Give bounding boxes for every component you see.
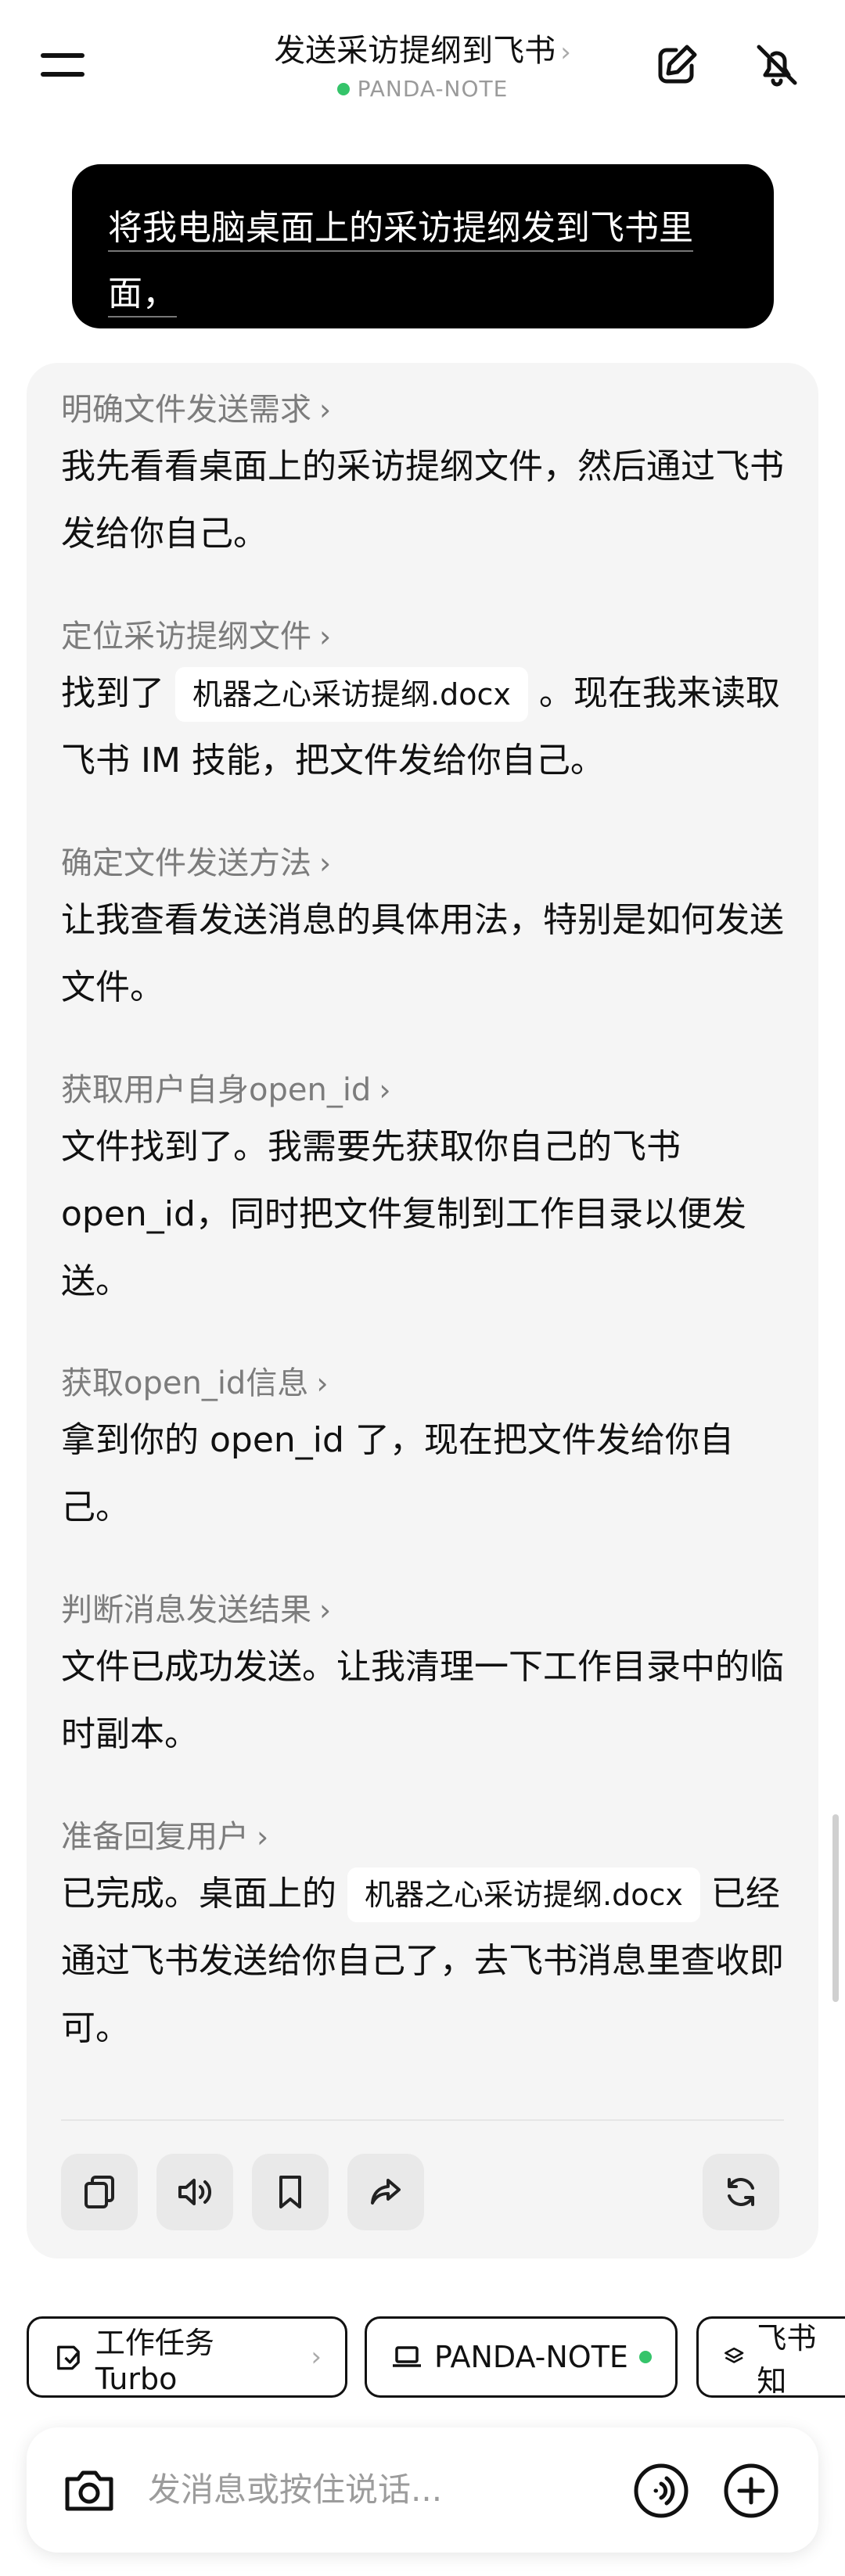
step-text: 文件找到了。我需要先获取你自己的飞书 open_id，同时把文件复制到工作目录以… bbox=[61, 1127, 746, 1301]
scrollbar[interactable] bbox=[832, 1814, 839, 2002]
step-text: 让我查看发送消息的具体用法，特别是如何发送文件。 bbox=[61, 900, 784, 1007]
step-text: 找到了 机器之心采访提纲.docx 。现在我来读取飞书 IM 技能，把文件发给你自己… bbox=[61, 660, 789, 795]
layers-icon bbox=[725, 2347, 744, 2363]
chat-title-area[interactable]: 发送采访提纲到飞书 › PANDA-NOTE bbox=[203, 30, 642, 105]
chevron-right-icon: › bbox=[379, 1073, 391, 1107]
header: 发送采访提纲到飞书 › PANDA-NOTE bbox=[0, 0, 845, 125]
share-icon bbox=[371, 2179, 401, 2205]
feishu-knowledge-chip[interactable]: 飞书知 bbox=[696, 2316, 845, 2398]
laptop-icon bbox=[393, 2346, 421, 2367]
step-text: 已完成。桌面上的 机器之心采访提纲.docx 已经通过飞书发送给你自己了，去飞书消息… bbox=[61, 1860, 789, 2062]
copy-icon bbox=[84, 2176, 114, 2208]
user-message-bubble: 将我电脑桌面上的采访提纲发到飞书里面， 发给我自己 bbox=[72, 164, 774, 379]
online-dot-icon bbox=[336, 83, 350, 95]
device-status: PANDA-NOTE bbox=[203, 74, 642, 105]
chevron-right-icon: › bbox=[319, 1593, 332, 1627]
bookmark-icon bbox=[279, 2176, 301, 2208]
edit-icon[interactable] bbox=[649, 38, 704, 92]
read-aloud-button[interactable] bbox=[156, 2154, 233, 2230]
camera-icon[interactable] bbox=[56, 2457, 122, 2523]
step-text: 我先看看桌面上的采访提纲文件，然后通过飞书发给你自己。 bbox=[61, 447, 784, 554]
step-text: 文件已成功发送。让我清理一下工作目录中的临时副本。 bbox=[61, 1647, 784, 1754]
chevron-right-icon: › bbox=[316, 1366, 329, 1401]
step-title[interactable]: 准备回复用户 › bbox=[61, 1814, 268, 1860]
online-dot-icon bbox=[638, 2351, 652, 2363]
file-chip[interactable]: 机器之心采访提纲.docx bbox=[175, 667, 528, 722]
chevron-right-icon: › bbox=[319, 393, 332, 427]
step-title[interactable]: 获取用户自身open_id › bbox=[61, 1067, 391, 1114]
file-chip[interactable]: 机器之心采访提纲.docx bbox=[347, 1867, 700, 1922]
chevron-right-icon: › bbox=[257, 1820, 269, 1854]
step-title[interactable]: 明确文件发送需求 › bbox=[61, 386, 331, 433]
step-title[interactable]: 获取open_id信息 › bbox=[61, 1360, 329, 1407]
step-text: 拿到你的 open_id 了，现在把文件发给你自己。 bbox=[61, 1420, 734, 1527]
share-button[interactable] bbox=[347, 2154, 424, 2230]
user-message-line-1: 将我电脑桌面上的采访提纲发到飞书里面， bbox=[108, 208, 693, 314]
plus-icon[interactable] bbox=[719, 2459, 783, 2523]
step-title[interactable]: 定位采访提纲文件 › bbox=[61, 613, 331, 660]
menu-icon[interactable] bbox=[41, 41, 89, 89]
task-icon bbox=[57, 2345, 80, 2370]
title-chevron-icon: › bbox=[560, 37, 571, 68]
step-title[interactable]: 确定文件发送方法 › bbox=[61, 840, 331, 887]
chat-page: 发送采访提纲到飞书 › PANDA-NOTE 将我电脑桌面上的采访提纲发到飞书里面… bbox=[0, 0, 845, 2576]
assistant-response-card: 明确文件发送需求 › 我先看看桌面上的采访提纲文件，然后通过飞书发给你自己。 定位… bbox=[27, 363, 818, 2258]
chevron-right-icon: › bbox=[311, 2341, 322, 2373]
speaker-icon bbox=[178, 2179, 211, 2205]
device-name: PANDA-NOTE bbox=[357, 76, 509, 102]
chevron-right-icon: › bbox=[319, 846, 332, 881]
message-input-bar: 发消息或按住说话... bbox=[27, 2427, 818, 2553]
copy-button[interactable] bbox=[61, 2154, 138, 2230]
regenerate-button[interactable] bbox=[703, 2154, 779, 2230]
refresh-icon bbox=[728, 2178, 754, 2206]
device-chip[interactable]: PANDA-NOTE bbox=[365, 2316, 678, 2398]
voice-icon[interactable] bbox=[629, 2459, 693, 2523]
step-title[interactable]: 判断消息发送结果 › bbox=[61, 1587, 331, 1634]
chat-title[interactable]: 发送采访提纲到飞书 › bbox=[203, 30, 642, 74]
chevron-right-icon: › bbox=[319, 619, 332, 654]
message-input[interactable]: 发消息或按住说话... bbox=[148, 2465, 442, 2515]
mode-chip-work-task[interactable]: 工作任务 Turbo › bbox=[27, 2316, 347, 2398]
mute-icon[interactable] bbox=[750, 38, 804, 92]
divider bbox=[61, 2119, 784, 2121]
bookmark-button[interactable] bbox=[252, 2154, 329, 2230]
